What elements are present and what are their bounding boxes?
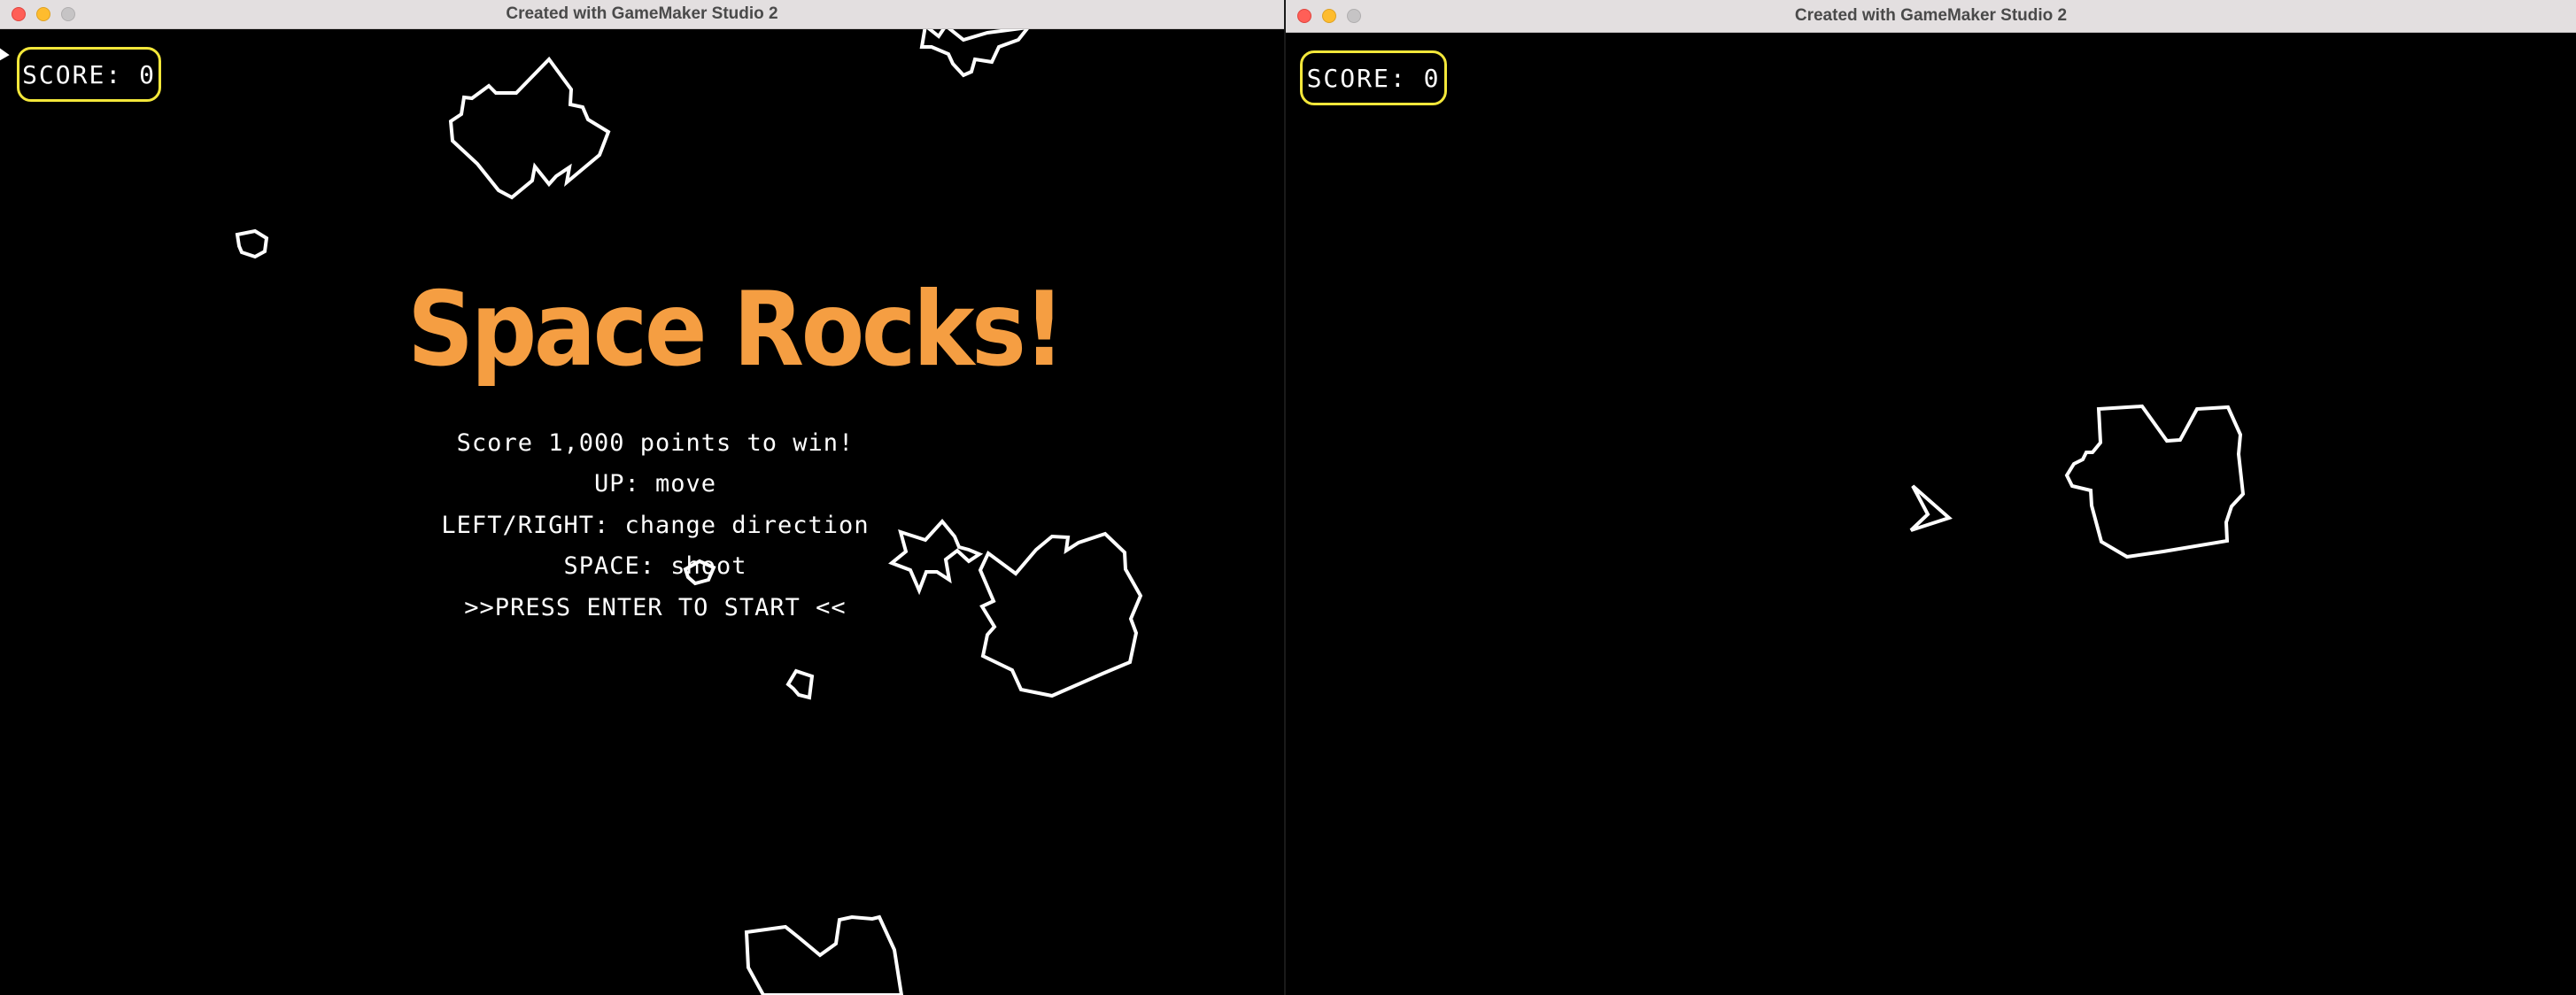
score-text: SCORE: 0	[1306, 63, 1441, 93]
asteroid-large	[448, 56, 611, 200]
window-title: Created with GameMaker Studio 2	[1794, 6, 2068, 25]
game-viewport[interactable]: SCORE: 0 Space Rocks! Score 1,000 points…	[0, 29, 1284, 995]
window-controls	[12, 7, 75, 21]
game-title: Space Rocks!	[407, 270, 1065, 390]
player-ship	[1909, 484, 1953, 532]
press-enter-prompt: >>PRESS ENTER TO START <<	[464, 594, 847, 621]
asteroid-large	[919, 29, 1029, 78]
score-display: SCORE: 0	[17, 47, 161, 102]
instruction-space: SPACE: shoot	[563, 552, 747, 580]
window-title: Created with GameMaker Studio 2	[506, 4, 778, 23]
ship-marker	[0, 48, 10, 61]
game-viewport[interactable]: SCORE: 0	[1286, 33, 2576, 995]
score-display: SCORE: 0	[1300, 50, 1447, 105]
minimize-button[interactable]	[1322, 9, 1336, 23]
asteroid-large	[744, 914, 904, 995]
game-window-right[interactable]: Created with GameMaker Studio 2 SCORE: 0	[1286, 0, 2576, 995]
score-text: SCORE: 0	[22, 59, 156, 89]
titlebar[interactable]: Created with GameMaker Studio 2	[0, 0, 1284, 29]
close-button[interactable]	[1297, 9, 1311, 23]
instruction-up: UP: move	[593, 470, 717, 498]
asteroid-small	[235, 228, 269, 259]
minimize-button[interactable]	[36, 7, 50, 21]
close-button[interactable]	[12, 7, 26, 21]
zoom-button[interactable]	[1347, 9, 1361, 23]
asteroid-small	[785, 668, 815, 700]
instruction-goal: Score 1,000 points to win!	[456, 429, 855, 457]
zoom-button[interactable]	[61, 7, 75, 21]
game-window-left[interactable]: Created with GameMaker Studio 2 SCORE: 0…	[0, 0, 1284, 995]
game-canvas	[1909, 404, 2246, 559]
window-controls	[1297, 9, 1361, 23]
titlebar[interactable]: Created with GameMaker Studio 2	[1286, 0, 2576, 33]
instruction-left-right: LEFT/RIGHT: change direction	[441, 512, 870, 539]
asteroid-large	[2064, 404, 2246, 559]
